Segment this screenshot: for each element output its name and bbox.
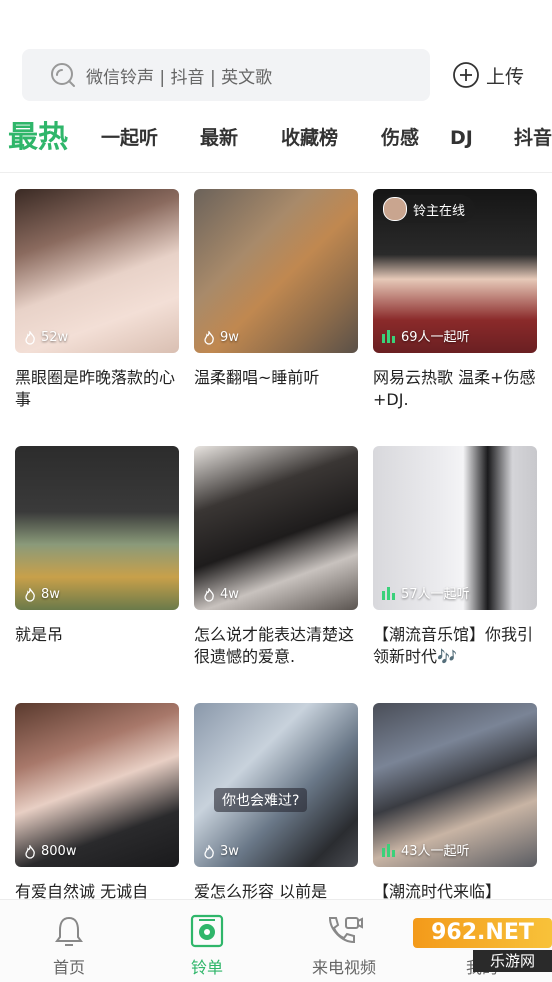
watermark-logo: 962.NET [413,918,552,948]
playlist-card[interactable]: 铃主在线 69人一起听 网易云热歌 温柔+伤感 +DJ. [373,189,537,411]
playlist-card[interactable]: 8w 就是吊 [15,446,179,646]
upload-label: 上传 [486,65,525,88]
nav-call-video[interactable]: 来电视频 [289,914,399,978]
card-title: 温柔翻唱~睡前听 [194,368,320,387]
listener-count: 57人一起听 [381,583,470,602]
listener-count: 69人一起听 [381,326,470,345]
disc-icon [190,914,224,948]
play-count: 800w [23,844,76,859]
tab-sad[interactable]: 伤感 [381,112,419,164]
tab-favorites-chart[interactable]: 收藏榜 [281,112,338,164]
cover-caption: 你也会难过? [214,788,308,812]
card-cover: 铃主在线 69人一起听 [373,189,537,353]
card-cover: 57人一起听 [373,446,537,610]
tab-douyin[interactable]: 抖音 [514,112,552,164]
play-count: 8w [23,587,60,602]
card-title: 有爱自然诚 无诚自 [15,882,149,899]
bars-icon [382,586,395,600]
play-count: 4w [202,587,239,602]
card-cover: 9w [194,189,358,353]
search-placeholder: 微信铃声 | 抖音 | 英文歌 [86,67,273,88]
card-title: 爱怎么形容 以前是 [194,882,328,899]
tab-dj[interactable]: DJ [450,112,473,164]
playlist-card[interactable]: 4w 怎么说才能表达清楚这很遗憾的爱意. [194,446,358,668]
search-bar[interactable]: 微信铃声 | 抖音 | 英文歌 [22,49,430,101]
bars-icon [382,329,395,343]
playlist-card[interactable]: 43人一起听 【潮流时代来临】 [373,703,537,899]
card-title: 网易云热歌 温柔+伤感 +DJ. [373,368,536,409]
flame-icon [25,587,35,602]
playlist-card[interactable]: 你也会难过? 3w 爱怎么形容 以前是 [194,703,358,899]
card-cover: 你也会难过? 3w [194,703,358,867]
phone-video-icon [328,917,363,944]
card-cover: 4w [194,446,358,610]
play-count: 52w [23,330,68,345]
card-cover: 43人一起听 [373,703,537,867]
tab-listen-together[interactable]: 一起听 [101,112,158,164]
site-watermark: 962.NET 乐游网 [413,918,552,974]
card-title: 【潮流时代来临】 [373,882,502,899]
nav-home[interactable]: 首页 [14,914,124,978]
category-tabs: 最热 一起听 最新 收藏榜 伤感 DJ 抖音 [0,112,552,164]
card-title: 黑眼圈是昨晚落款的心事 [15,368,176,409]
card-title: 怎么说才能表达清楚这很遗憾的爱意. [194,625,355,666]
playlist-grid: 52w 黑眼圈是昨晚落款的心事 9w 温柔翻唱~睡前听 铃主在线 69人一起听 … [0,189,552,899]
flame-icon [204,587,214,602]
playlist-card[interactable]: 52w 黑眼圈是昨晚落款的心事 [15,189,179,411]
flame-icon [204,330,214,345]
playlist-card[interactable]: 57人一起听 【潮流音乐馆】你我引领新时代🎶 [373,446,537,668]
upload-button[interactable]: 上传 [452,58,524,92]
flame-icon [204,844,214,859]
card-cover: 8w [15,446,179,610]
play-count: 3w [202,844,239,859]
card-cover: 800w [15,703,179,867]
listener-count: 43人一起听 [381,840,470,859]
watermark-text: 乐游网 [473,950,552,972]
host-online-badge: 铃主在线 [379,195,476,223]
flame-icon [25,844,35,859]
card-cover: 52w [15,189,179,353]
playlist-card[interactable]: 800w 有爱自然诚 无诚自 [15,703,179,899]
bars-icon [382,843,395,857]
tabs-divider [0,172,552,173]
tab-hottest[interactable]: 最热 [8,112,68,164]
flame-icon [25,330,35,345]
plus-circle-icon [453,62,479,88]
card-title: 【潮流音乐馆】你我引领新时代🎶 [373,625,534,666]
search-icon [51,63,75,87]
bell-icon [55,916,83,946]
avatar [383,197,407,221]
card-title: 就是吊 [15,625,64,644]
play-count: 9w [202,330,239,345]
tab-newest[interactable]: 最新 [200,112,238,164]
playlist-card[interactable]: 9w 温柔翻唱~睡前听 [194,189,358,389]
nav-playlists[interactable]: 铃单 [152,914,262,978]
